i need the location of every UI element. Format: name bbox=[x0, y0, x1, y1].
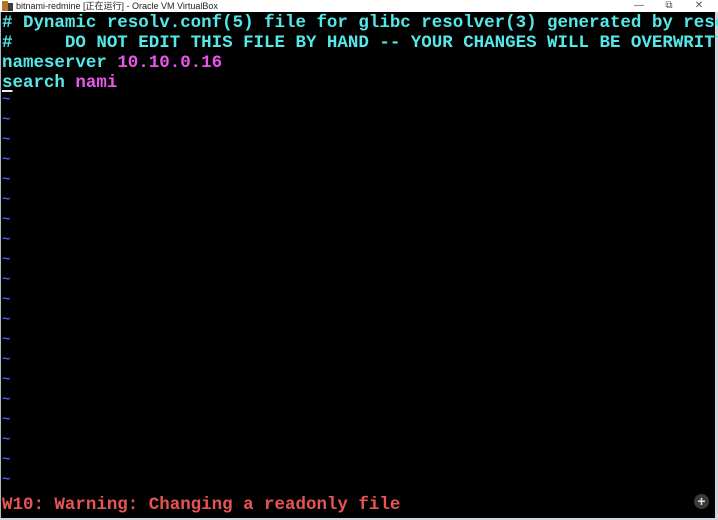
vim-editor[interactable]: # Dynamic resolv.conf(5) file for glibc … bbox=[2, 12, 718, 515]
empty-line-tilde: ~ bbox=[2, 92, 11, 108]
empty-line-tilde: ~ bbox=[2, 272, 11, 288]
nameserver-value: 10.10.0.16 bbox=[117, 53, 223, 73]
file-line-2: # DO NOT EDIT THIS FILE BY HAND -- YOUR … bbox=[2, 33, 718, 53]
empty-line-tilde: ~ bbox=[2, 412, 11, 428]
search-keyword: earch bbox=[12, 73, 76, 93]
virtualbox-icon bbox=[2, 1, 13, 11]
file-line-1: # Dynamic resolv.conf(5) file for glibc … bbox=[2, 13, 718, 33]
empty-line-tilde: ~ bbox=[2, 312, 11, 328]
close-button[interactable]: ✕ bbox=[684, 0, 714, 12]
search-value: nami bbox=[75, 73, 118, 93]
empty-line-tilde: ~ bbox=[2, 472, 11, 488]
empty-line-tilde: ~ bbox=[2, 232, 11, 248]
empty-line-tilde: ~ bbox=[2, 452, 11, 468]
window-titlebar[interactable]: bitnami-redmine [正在运行] - Oracle VM Virtu… bbox=[0, 0, 718, 12]
empty-line-tilde: ~ bbox=[2, 372, 11, 388]
empty-line-tilde: ~ bbox=[2, 172, 11, 188]
file-line-4: search nami bbox=[2, 73, 117, 93]
status-message: W10: Warning: Changing a readonly file bbox=[2, 495, 401, 515]
empty-line-tilde: ~ bbox=[2, 132, 11, 148]
empty-line-tilde: ~ bbox=[2, 252, 11, 268]
empty-line-tilde: ~ bbox=[2, 392, 11, 408]
nameserver-keyword: nameserver bbox=[2, 53, 118, 73]
empty-line-tilde: ~ bbox=[2, 152, 11, 168]
restore-button[interactable]: ⧉ bbox=[654, 0, 684, 12]
file-line-3: nameserver 10.10.0.16 bbox=[2, 53, 222, 73]
empty-line-tilde: ~ bbox=[2, 292, 11, 308]
window-border-left bbox=[0, 12, 1, 520]
zoom-plus-icon[interactable]: + bbox=[694, 494, 709, 509]
empty-line-tilde: ~ bbox=[2, 212, 11, 228]
window-title: bitnami-redmine [正在运行] - Oracle VM Virtu… bbox=[16, 1, 218, 11]
empty-line-tilde: ~ bbox=[2, 332, 11, 348]
empty-line-tilde: ~ bbox=[2, 112, 11, 128]
empty-line-tilde: ~ bbox=[2, 432, 11, 448]
minimize-button[interactable]: — bbox=[624, 0, 654, 12]
empty-line-tilde: ~ bbox=[2, 192, 11, 208]
empty-line-tilde: ~ bbox=[2, 352, 11, 368]
